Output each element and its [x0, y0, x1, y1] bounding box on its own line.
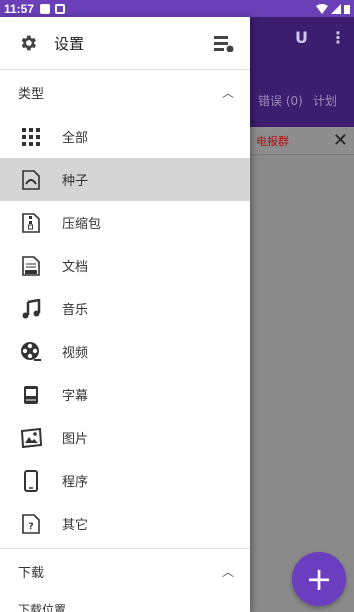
wifi-icon	[316, 3, 328, 14]
app-tabs: 错误 (0) 计划	[250, 80, 354, 120]
drawer-item-label: 全部	[62, 131, 89, 146]
drawer-item-archive[interactable]: 压缩包	[0, 201, 250, 244]
notification-icon	[40, 3, 51, 14]
torrent-file-icon	[20, 169, 42, 191]
phone-icon	[20, 469, 42, 492]
drawer-item-label: 视频	[62, 346, 89, 361]
music-note-icon	[20, 298, 42, 320]
tab-errors[interactable]: 错误 (0)	[258, 92, 303, 109]
drawer-item-label: 音乐	[62, 303, 89, 318]
drawer-item-document[interactable]: 文档	[0, 244, 250, 287]
toolbar-actions: U ⋮	[295, 28, 346, 47]
question-file-icon: ?	[20, 513, 42, 535]
film-reel-icon	[20, 341, 42, 363]
magnet-icon[interactable]: U	[295, 28, 308, 47]
chevron-up-icon: ︿	[221, 565, 234, 579]
drawer-item-label: 图片	[62, 432, 89, 447]
drawer-header[interactable]: 设置	[0, 17, 250, 70]
filter-settings-icon[interactable]	[214, 34, 234, 52]
drawer-item-label: 文档	[62, 260, 89, 275]
download-section-title: 下载	[18, 566, 45, 581]
status-time: 11:57	[4, 1, 35, 16]
download-location-row[interactable]: 下载位置	[0, 594, 250, 612]
settings-label: 设置	[54, 34, 85, 53]
drawer-item-label: 其它	[62, 518, 89, 533]
banner-text: 电报群	[256, 134, 289, 148]
image-icon	[20, 427, 42, 449]
more-options-icon[interactable]: ⋮	[330, 28, 346, 47]
drawer-item-video[interactable]: 视频	[0, 330, 250, 373]
close-icon[interactable]: ✕	[333, 131, 348, 150]
type-list: 全部 种子 压缩包 文档 音乐 视频 字幕 图片 程序 ? 其它	[0, 115, 250, 545]
status-bar: 11:57	[0, 0, 354, 17]
archive-file-icon	[20, 212, 42, 234]
notification-icon	[55, 3, 66, 14]
tab-scheduled[interactable]: 计划	[313, 92, 337, 109]
drawer-item-other[interactable]: ? 其它	[0, 502, 250, 545]
subtitle-file-icon	[20, 384, 42, 406]
drawer-item-all[interactable]: 全部	[0, 115, 250, 158]
battery-icon	[344, 4, 350, 14]
download-location-label: 下载位置	[18, 602, 67, 612]
signal-icon	[331, 3, 341, 14]
gear-icon	[21, 35, 36, 51]
download-section-header[interactable]: 下载 ︿	[0, 549, 250, 594]
document-file-icon	[20, 255, 42, 277]
drawer-item-image[interactable]: 图片	[0, 416, 250, 459]
telegram-banner[interactable]: 电报群 ✕	[250, 127, 354, 155]
drawer-item-program[interactable]: 程序	[0, 459, 250, 502]
chevron-up-icon: ︿	[221, 86, 234, 100]
drawer-item-subtitle[interactable]: 字幕	[0, 373, 250, 416]
drawer-item-label: 字幕	[62, 389, 89, 404]
navigation-drawer: 设置 类型 ︿ 全部 种子 压缩包 文档 音乐 视频 字幕 图片 程序 ? 其它…	[0, 17, 250, 612]
drawer-item-torrent[interactable]: 种子	[0, 158, 250, 201]
drawer-item-music[interactable]: 音乐	[0, 287, 250, 330]
add-download-button[interactable]: +	[292, 552, 346, 606]
types-section-title: 类型	[18, 87, 45, 102]
drawer-item-label: 种子	[62, 174, 89, 189]
drawer-item-label: 程序	[62, 475, 89, 490]
svg-text:?: ?	[28, 522, 33, 532]
drawer-item-label: 压缩包	[62, 217, 102, 232]
grid-icon	[20, 126, 42, 148]
types-section-header[interactable]: 类型 ︿	[0, 70, 250, 115]
